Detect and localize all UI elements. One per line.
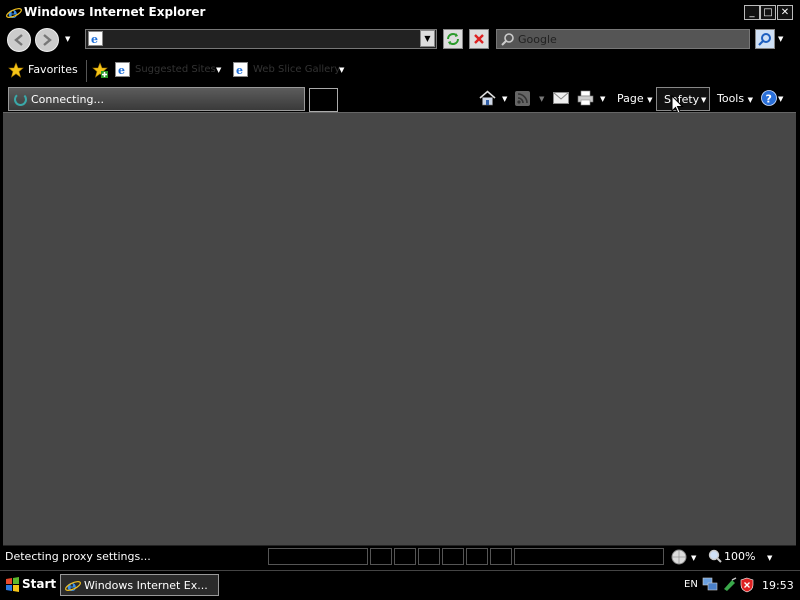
start-button[interactable]: Start [3,574,56,596]
svg-text:e: e [118,64,125,77]
chevron-down-icon[interactable]: ▼ [339,66,344,74]
language-indicator[interactable]: EN [684,579,698,590]
favorites-divider [86,60,87,82]
address-bar[interactable]: e [85,29,437,49]
zoom-magnifier-icon [708,549,722,566]
safely-remove-hardware-icon[interactable] [722,577,738,595]
page-content-area[interactable] [3,112,796,546]
page-menu-label: Page [617,92,644,105]
refresh-button[interactable] [443,29,463,49]
minimize-button[interactable]: _ [744,5,760,20]
ie-logo-icon: e [6,4,22,22]
search-placeholder: Google [518,33,557,46]
feeds-dropdown[interactable]: ▼ [539,95,544,103]
home-button[interactable] [479,90,496,109]
loading-spinner-icon [13,92,28,110]
add-to-favorites-bar-button[interactable] [92,62,109,82]
tools-menu-label: Tools [717,92,745,105]
stop-button[interactable] [469,29,489,49]
back-button[interactable] [7,28,31,52]
start-label: Start [22,577,57,591]
status-pane [514,548,664,565]
clock[interactable]: 19:53 [762,579,794,592]
tab-label: Connecting... [31,93,104,106]
svg-text:?: ? [766,93,772,106]
maximize-button[interactable]: □ [760,5,776,20]
chevron-down-icon: ▼ [701,96,707,104]
favorites-item-suggested-sites[interactable]: e Suggested Sites ▼ [115,62,225,79]
zoom-level: 100% [724,550,756,563]
chevron-down-icon[interactable]: ▼ [216,66,221,74]
favorites-item-label: Web Slice Gallery [253,64,341,75]
protected-mode-icon[interactable] [671,549,687,568]
page-menu[interactable]: Page ▼ [617,92,653,105]
new-tab-button[interactable] [309,88,338,112]
search-options-dropdown[interactable]: ▼ [778,35,783,43]
page-icon: e [233,62,248,80]
window-title: Windows Internet Explorer [24,5,206,19]
protected-mode-dropdown[interactable]: ▼ [691,554,696,562]
svg-text:e: e [236,64,243,77]
status-pane [268,548,368,565]
favorites-star-icon [8,62,24,81]
favorites-item-label: Suggested Sites [135,64,216,75]
chevron-down-icon: ▼ [647,96,653,104]
ie-logo-icon: e [65,577,81,596]
status-pane [490,548,512,565]
svg-text:e: e [91,33,98,46]
recent-pages-dropdown[interactable]: ▼ [65,35,70,43]
feeds-button[interactable] [515,91,530,109]
taskbar-item-label: Windows Internet Ex... [84,579,208,592]
favorites-item-web-slice-gallery[interactable]: e Web Slice Gallery ▼ [233,62,348,79]
status-pane [394,548,416,565]
taskbar-item-internet-explorer[interactable]: e Windows Internet Ex... [60,574,219,596]
status-pane [370,548,392,565]
chevron-down-icon: ▼ [747,96,753,104]
home-dropdown[interactable]: ▼ [502,95,507,103]
tab-current[interactable]: Connecting... [8,87,305,111]
search-provider-icon [501,32,515,49]
forward-button[interactable] [35,28,59,52]
help-button[interactable]: ? [761,90,777,109]
favorites-label: Favorites [28,63,78,76]
chevron-down-icon: ▼ [767,554,773,562]
page-icon: e [88,31,103,49]
close-button[interactable]: ✕ [777,5,793,20]
status-pane [442,548,464,565]
help-dropdown[interactable]: ▼ [778,95,783,103]
security-shield-icon[interactable] [740,577,754,596]
tools-menu[interactable]: Tools ▼ [717,92,753,105]
page-icon: e [115,62,130,80]
address-dropdown-button[interactable]: ▼ [420,30,435,47]
print-dropdown[interactable]: ▼ [600,95,605,103]
system-tray: EN 19:53 [677,574,800,596]
status-pane [418,548,440,565]
status-text: Detecting proxy settings... [5,550,151,563]
status-pane [466,548,488,565]
read-mail-button[interactable] [553,92,569,107]
search-button[interactable] [755,29,775,49]
windows-logo-icon [5,577,20,595]
network-icon[interactable] [702,577,718,595]
print-button[interactable] [577,90,594,109]
